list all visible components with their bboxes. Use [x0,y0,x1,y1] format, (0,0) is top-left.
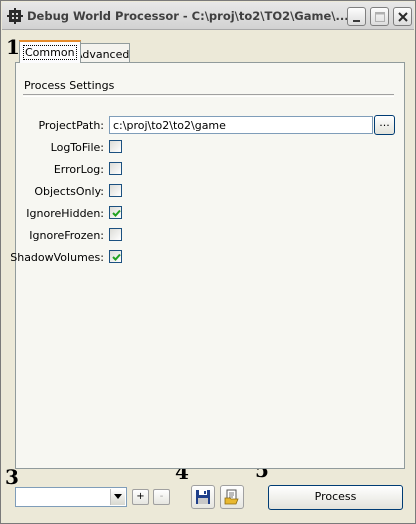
tab-advanced-label: Advanced [75,48,130,61]
option-label-objects-only: ObjectsOnly: [34,185,104,198]
open-preset-icon [224,489,239,505]
option-label-ignore-hidden: IgnoreHidden: [26,207,104,220]
minimize-icon [353,20,360,22]
ignore-frozen-checkbox[interactable] [109,228,122,241]
preset-dropdown-button[interactable] [110,489,125,505]
tab-common-label: Common [23,45,77,60]
preset-combo[interactable] [15,487,127,507]
close-button[interactable] [393,7,412,26]
floppy-disk-icon [196,490,210,504]
app-icon [7,8,23,24]
window-title: Debug World Processor - C:\proj\to2\TO2\… [27,9,349,23]
ignore-hidden-checkbox[interactable] [109,206,122,219]
close-icon [398,12,408,22]
project-path-input[interactable] [109,116,373,134]
minimize-button[interactable] [347,7,366,26]
option-label-shadow-volumes: ShadowVolumes: [10,251,104,264]
check-mark-icon [112,209,121,217]
browse-button[interactable]: ... [374,115,395,135]
load-preset-button[interactable] [220,485,244,509]
app-window: Debug World Processor - C:\proj\to2\TO2\… [0,0,416,524]
add-preset-button[interactable]: + [132,489,149,505]
save-preset-button[interactable] [191,485,215,509]
option-label-log-to-file: LogToFile: [50,141,104,154]
maximize-icon [375,12,385,22]
tab-common[interactable]: Common [19,40,81,63]
shadow-volumes-checkbox[interactable] [109,250,122,263]
log-to-file-checkbox[interactable] [109,140,122,153]
process-button[interactable]: Process [268,485,403,510]
option-label-error-log: ErrorLog: [53,163,104,176]
group-divider [23,94,394,97]
check-mark-icon [112,253,121,261]
objects-only-checkbox[interactable] [109,184,122,197]
chevron-down-icon [114,494,122,499]
step-marker-1: 1 [6,35,20,59]
option-label-ignore-frozen: IgnoreFrozen: [29,229,104,242]
remove-preset-button[interactable]: - [153,489,170,505]
project-path-label: ProjectPath: [38,119,104,132]
step-marker-3: 3 [5,465,19,489]
error-log-checkbox[interactable] [109,162,122,175]
title-bar[interactable]: Debug World Processor - C:\proj\to2\TO2\… [2,2,414,30]
group-title: Process Settings [24,79,115,92]
maximize-button[interactable] [370,7,389,26]
